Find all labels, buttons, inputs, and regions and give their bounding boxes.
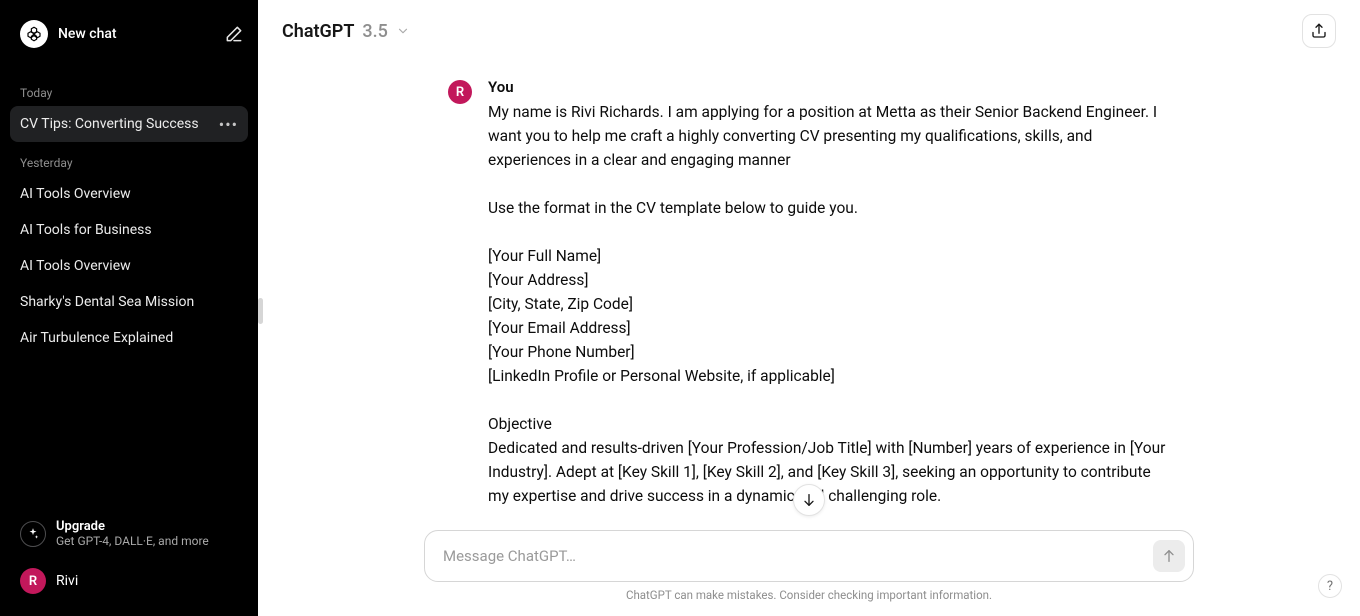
sidebar-top: New chat: [0, 0, 258, 68]
chevron-down-icon: [396, 24, 410, 38]
upgrade-texts: Upgrade Get GPT-4, DALL·E, and more: [56, 519, 209, 548]
model-picker[interactable]: ChatGPT 3.5: [282, 21, 410, 42]
history-item-label: AI Tools for Business: [20, 222, 152, 238]
upgrade-title: Upgrade: [56, 519, 209, 534]
history-item[interactable]: AI Tools Overview: [10, 248, 248, 284]
history-item[interactable]: AI Tools for Business: [10, 212, 248, 248]
message-input-box: [424, 530, 1194, 582]
share-button[interactable]: [1302, 14, 1336, 48]
header: ChatGPT 3.5: [258, 0, 1360, 58]
help-button[interactable]: ?: [1318, 574, 1342, 598]
sidebar-history: Today CV Tips: Converting Success ••• Ye…: [0, 68, 258, 501]
openai-logo-icon: [20, 20, 48, 48]
history-item-label: CV Tips: Converting Success: [20, 116, 199, 132]
upgrade-subtitle: Get GPT-4, DALL·E, and more: [56, 534, 209, 548]
history-item-cv-tips[interactable]: CV Tips: Converting Success •••: [10, 106, 248, 142]
main: ChatGPT 3.5 R You My name is Rivi Richar…: [258, 0, 1360, 616]
user-menu-button[interactable]: R Rivi: [10, 560, 248, 602]
send-button[interactable]: [1153, 540, 1185, 572]
chat-area: R You My name is Rivi Richards. I am app…: [258, 58, 1360, 530]
history-item[interactable]: AI Tools Overview: [10, 176, 248, 212]
new-chat-button[interactable]: New chat: [14, 14, 224, 54]
new-chat-label: New chat: [58, 26, 117, 42]
message-avatar: R: [448, 80, 472, 104]
message-body: You My name is Rivi Richards. I am apply…: [488, 78, 1170, 508]
footer-note: ChatGPT can make mistakes. Consider chec…: [282, 582, 1336, 608]
sidebar: New chat Today CV Tips: Converting Succe…: [0, 0, 258, 616]
history-item[interactable]: Sharky's Dental Sea Mission: [10, 284, 248, 320]
avatar: R: [20, 568, 46, 594]
user-name: Rivi: [56, 573, 78, 589]
sidebar-bottom: Upgrade Get GPT-4, DALL·E, and more R Ri…: [0, 501, 258, 616]
more-options-icon[interactable]: •••: [219, 115, 238, 134]
model-version: 3.5: [362, 21, 387, 42]
history-group-label: Today: [10, 72, 248, 106]
history-item-label: AI Tools Overview: [20, 186, 131, 202]
model-name: ChatGPT: [282, 21, 354, 42]
history-item-label: AI Tools Overview: [20, 258, 131, 274]
history-group-label: Yesterday: [10, 142, 248, 176]
compose-icon[interactable]: [224, 24, 244, 44]
history-item-label: Sharky's Dental Sea Mission: [20, 294, 194, 310]
upgrade-button[interactable]: Upgrade Get GPT-4, DALL·E, and more: [10, 511, 248, 556]
scrollbar-handle[interactable]: [258, 298, 263, 324]
message-author: You: [488, 78, 1170, 96]
sparkle-icon: [20, 521, 46, 547]
message-input[interactable]: [443, 537, 1153, 575]
user-message: R You My name is Rivi Richards. I am app…: [424, 78, 1194, 508]
scroll-to-bottom-button[interactable]: [793, 484, 825, 516]
history-item-label: Air Turbulence Explained: [20, 330, 173, 346]
input-area: ChatGPT can make mistakes. Consider chec…: [258, 530, 1360, 616]
message-text: My name is Rivi Richards. I am applying …: [488, 100, 1170, 508]
history-item[interactable]: Air Turbulence Explained: [10, 320, 248, 356]
